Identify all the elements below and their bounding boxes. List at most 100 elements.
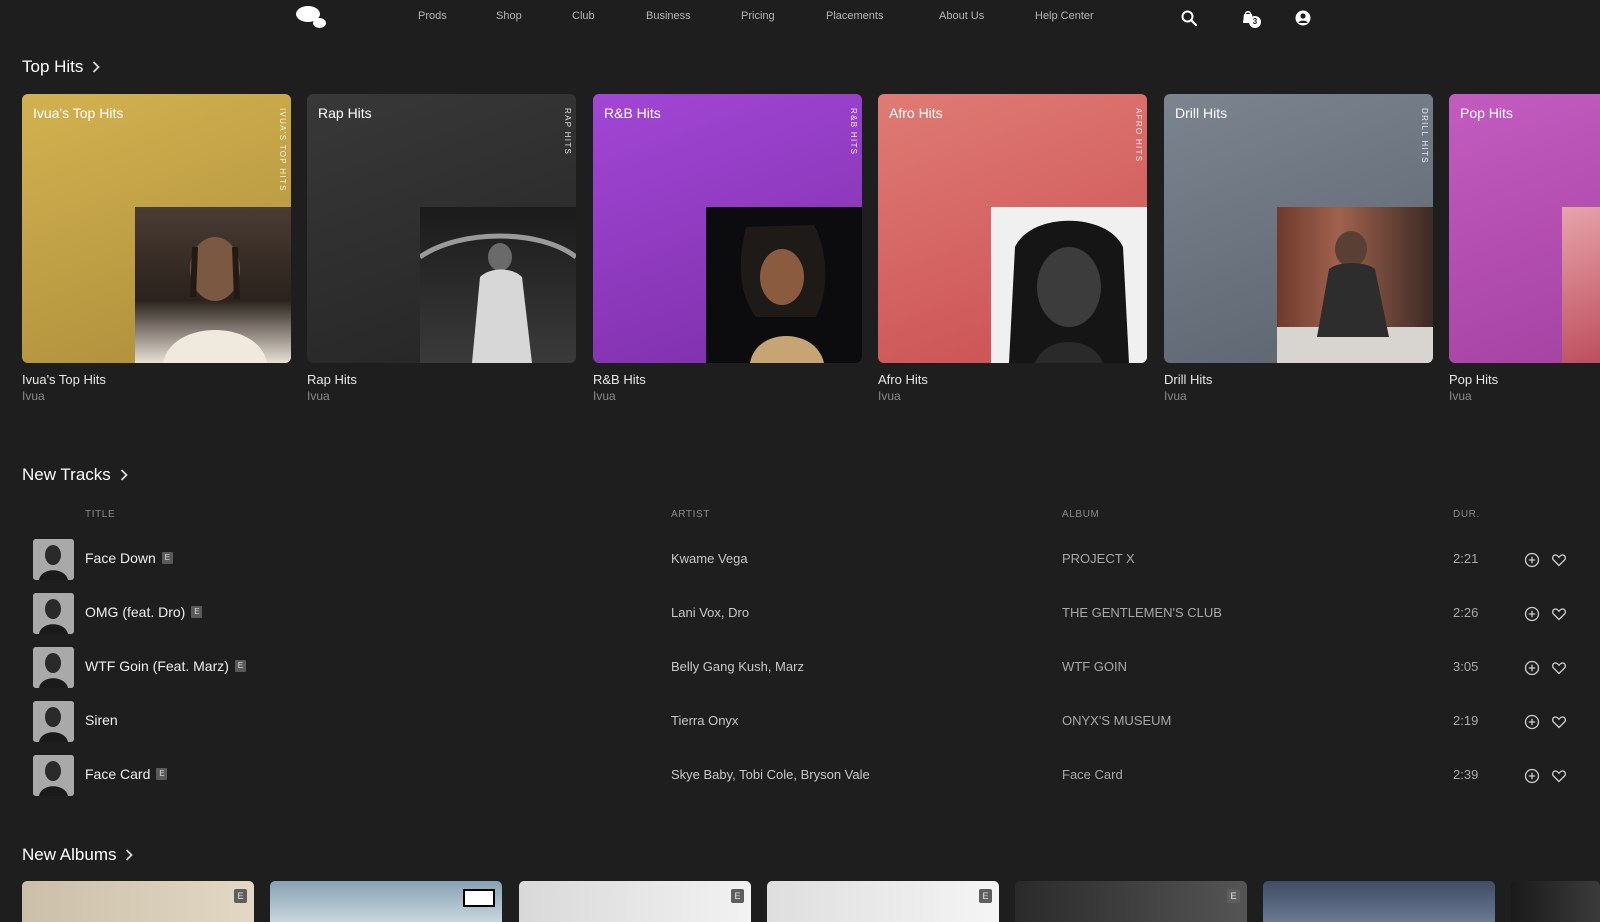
column-artist: ARTIST <box>671 509 710 520</box>
add-circle-icon[interactable] <box>1524 768 1540 784</box>
card-title: Drill Hits <box>1164 372 1213 387</box>
add-circle-icon[interactable] <box>1524 660 1540 676</box>
track-album[interactable]: Face Card <box>1062 767 1123 782</box>
album-card[interactable]: E <box>1015 881 1247 922</box>
card-title: Pop Hits <box>1449 372 1499 387</box>
cover-label: Ivua's Top Hits <box>33 105 124 121</box>
heart-icon[interactable] <box>1551 660 1567 676</box>
card-title: Afro Hits <box>878 372 928 387</box>
track-album[interactable]: THE GENTLEMEN'S CLUB <box>1062 605 1222 620</box>
new-albums-carousel: E E E E <box>22 881 1600 922</box>
playlist-card-ivuas-top-hits[interactable]: Ivua's Top Hits IVUA'S TOP HITS Ivua's T… <box>22 94 291 403</box>
new-albums-heading[interactable]: New Albums <box>22 845 134 865</box>
new-tracks-heading[interactable]: New Tracks <box>22 465 129 485</box>
playlist-cover: Drill Hits DRILL HITS <box>1164 94 1433 363</box>
chevron-right-icon <box>120 469 128 481</box>
top-hits-heading[interactable]: Top Hits <box>22 57 101 77</box>
playlist-card-afro-hits[interactable]: Afro Hits AFRO HITS Afro Hits Ivua <box>878 94 1147 403</box>
explicit-badge: E <box>156 768 168 780</box>
heart-icon[interactable] <box>1551 714 1567 730</box>
track-artist[interactable]: Skye Baby, Tobi Cole, Bryson Vale <box>671 767 870 782</box>
track-title[interactable]: Face Down <box>85 550 156 566</box>
new-albums-title: New Albums <box>22 845 117 864</box>
top-hits-title: Top Hits <box>22 57 84 76</box>
artist-photo <box>135 207 291 363</box>
cart-button[interactable]: 3 <box>1240 9 1261 28</box>
explicit-badge: E <box>979 889 992 903</box>
table-row[interactable]: Face Down E Kwame Vega PROJECT X 2:21 <box>0 535 1600 583</box>
track-album[interactable]: ONYX'S MUSEUM <box>1062 713 1171 728</box>
track-duration: 2:39 <box>1453 767 1479 782</box>
add-circle-icon[interactable] <box>1524 552 1540 568</box>
album-card[interactable] <box>270 881 502 922</box>
heart-icon[interactable] <box>1551 552 1567 568</box>
playlist-cover: Afro Hits AFRO HITS <box>878 94 1147 363</box>
cover-label: R&B Hits <box>604 105 661 121</box>
cart-count-badge: 3 <box>1249 16 1261 28</box>
artist-photo <box>420 207 576 363</box>
card-title: R&B Hits <box>593 372 646 387</box>
track-artwork <box>33 539 74 580</box>
track-title[interactable]: WTF Goin (Feat. Marz) <box>85 658 229 674</box>
heart-icon[interactable] <box>1551 606 1567 622</box>
explicit-badge: E <box>731 889 744 903</box>
track-duration: 2:21 <box>1453 551 1479 566</box>
album-card[interactable]: E <box>22 881 254 922</box>
add-circle-icon[interactable] <box>1524 714 1540 730</box>
cover-label: Rap Hits <box>318 105 372 121</box>
explicit-badge: E <box>234 660 246 672</box>
account-icon[interactable] <box>1294 9 1312 27</box>
playlist-card-rnb-hits[interactable]: R&B Hits R&B HITS R&B Hits Ivua <box>593 94 862 403</box>
playlist-card-rap-hits[interactable]: Rap Hits RAP HITS Rap Hits Ivua <box>307 94 576 403</box>
cover-label: Pop Hits <box>1460 105 1513 121</box>
logo[interactable] <box>296 6 330 30</box>
album-card[interactable] <box>1263 881 1495 922</box>
track-title[interactable]: Face Card <box>85 766 150 782</box>
nav-link-shop[interactable]: Shop <box>496 10 522 22</box>
cover-vertical-label: RAP HITS <box>563 108 572 156</box>
track-artist[interactable]: Belly Gang Kush, Marz <box>671 659 804 674</box>
card-owner: Ivua <box>878 389 901 403</box>
nav-link-business[interactable]: Business <box>646 10 691 22</box>
track-artist[interactable]: Lani Vox, Dro <box>671 605 749 620</box>
track-artwork <box>33 647 74 688</box>
track-title[interactable]: Siren <box>85 712 118 728</box>
track-artwork <box>33 701 74 742</box>
heart-icon[interactable] <box>1551 768 1567 784</box>
nav-link-prods[interactable]: Prods <box>418 10 447 22</box>
table-row[interactable]: WTF Goin (Feat. Marz) E Belly Gang Kush, … <box>0 643 1600 691</box>
album-card[interactable]: E <box>519 881 751 922</box>
track-title[interactable]: OMG (feat. Dro) <box>85 604 185 620</box>
playlist-card-drill-hits[interactable]: Drill Hits DRILL HITS Drill Hits Ivua <box>1164 94 1433 403</box>
nav-link-club[interactable]: Club <box>572 10 595 22</box>
card-title: Rap Hits <box>307 372 357 387</box>
playlist-cover: Rap Hits RAP HITS <box>307 94 576 363</box>
album-card[interactable] <box>1511 881 1600 922</box>
track-album[interactable]: WTF GOIN <box>1062 659 1127 674</box>
cover-vertical-label: IVUA'S TOP HITS <box>278 108 287 192</box>
add-circle-icon[interactable] <box>1524 606 1540 622</box>
playlist-cover: Pop Hits <box>1449 94 1600 363</box>
nav-link-pricing[interactable]: Pricing <box>741 10 775 22</box>
album-card[interactable]: E <box>767 881 999 922</box>
page: Prods Shop Club Business Pricing Placeme… <box>0 0 1600 922</box>
cover-label: Drill Hits <box>1175 105 1228 121</box>
nav-link-about-us[interactable]: About Us <box>939 10 984 22</box>
search-icon[interactable] <box>1180 9 1198 27</box>
nav-link-placements[interactable]: Placements <box>826 10 883 22</box>
track-artist[interactable]: Tierra Onyx <box>671 713 738 728</box>
track-album[interactable]: PROJECT X <box>1062 551 1135 566</box>
table-row[interactable]: OMG (feat. Dro) E Lani Vox, Dro THE GENTL… <box>0 589 1600 637</box>
card-owner: Ivua <box>1164 389 1187 403</box>
table-row[interactable]: Siren Tierra Onyx ONYX'S MUSEUM 2:19 <box>0 697 1600 745</box>
table-row[interactable]: Face Card E Skye Baby, Tobi Cole, Bryson … <box>0 751 1600 799</box>
track-artwork <box>33 755 74 796</box>
nav-link-help-center[interactable]: Help Center <box>1035 10 1094 22</box>
column-title: TITLE <box>85 509 116 520</box>
artist-photo <box>1562 207 1600 363</box>
artist-photo <box>706 207 862 363</box>
explicit-badge: E <box>1227 889 1240 903</box>
track-artist[interactable]: Kwame Vega <box>671 551 748 566</box>
track-artwork <box>33 593 74 634</box>
playlist-card-pop-hits[interactable]: Pop Hits Pop Hits Ivua <box>1449 94 1600 403</box>
